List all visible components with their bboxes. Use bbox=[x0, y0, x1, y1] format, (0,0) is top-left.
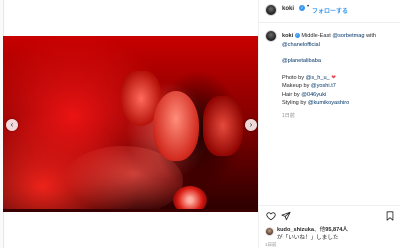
caption-avatar[interactable] bbox=[265, 30, 277, 42]
media-bottom-edge bbox=[3, 209, 258, 212]
photo-face bbox=[153, 91, 199, 161]
avatar[interactable] bbox=[265, 4, 277, 16]
photo-hand-right bbox=[203, 96, 243, 156]
caption-text: Styling by bbox=[282, 100, 308, 106]
mention-link[interactable]: @yoshi.t7 bbox=[311, 83, 336, 89]
carousel-prev-button[interactable]: ‹ bbox=[6, 119, 18, 131]
liker-avatar[interactable] bbox=[265, 227, 274, 236]
mention-link[interactable]: @046yuki bbox=[301, 92, 326, 98]
heart-icon[interactable] bbox=[266, 211, 276, 221]
heart-emoji: ❤ bbox=[329, 74, 336, 81]
photo-flower bbox=[173, 186, 207, 211]
post-timestamp[interactable]: 1日前 bbox=[265, 242, 277, 248]
post-media[interactable] bbox=[3, 36, 258, 211]
post-header: koki ✓ • フォローする bbox=[259, 0, 400, 23]
likes-text: 、他 bbox=[314, 227, 326, 233]
follow-button[interactable]: フォローする bbox=[312, 6, 348, 15]
caption-text: Makeup by bbox=[282, 83, 311, 89]
mention-link[interactable]: @kumikoyashiro bbox=[308, 100, 349, 106]
caption-text: Middle-East bbox=[299, 33, 333, 39]
post-actions: kudo_shizuka、他95,874人 が「いいね！」しました 1日前 bbox=[259, 205, 400, 248]
post-side-panel: koki ✓ • フォローする koki ✓ Middle-East @sorb… bbox=[258, 0, 400, 248]
verified-icon: ✓ bbox=[299, 5, 305, 11]
mention-link[interactable]: @chanelofficial bbox=[282, 42, 320, 48]
header-username[interactable]: koki bbox=[282, 6, 294, 12]
bookmark-icon[interactable] bbox=[385, 211, 395, 221]
caption-text: Hair by bbox=[282, 91, 302, 98]
caption-username[interactable]: koki bbox=[282, 33, 293, 39]
mention-link[interactable]: @planetalibaba bbox=[282, 58, 321, 64]
post-caption: koki ✓ Middle-East @sorbetmag with @chan… bbox=[282, 32, 398, 108]
separator-dot: • bbox=[307, 4, 310, 10]
likes-text-end: が「いいね！」しました bbox=[277, 235, 339, 241]
caption-text: Photo by bbox=[282, 74, 306, 81]
share-icon[interactable] bbox=[281, 211, 291, 221]
caption-timestamp: 1日前 bbox=[282, 113, 295, 119]
mention-link[interactable]: @sorbetmag bbox=[332, 33, 364, 39]
mention-link[interactable]: @s_h_u_ bbox=[306, 75, 330, 81]
likes-count[interactable]: 95,874人 bbox=[325, 227, 348, 233]
caption-text: with bbox=[364, 33, 377, 39]
likes-summary: kudo_shizuka、他95,874人 が「いいね！」しました bbox=[277, 226, 348, 242]
liker-username[interactable]: kudo_shizuka bbox=[277, 227, 314, 233]
carousel-next-button[interactable]: › bbox=[245, 119, 257, 131]
